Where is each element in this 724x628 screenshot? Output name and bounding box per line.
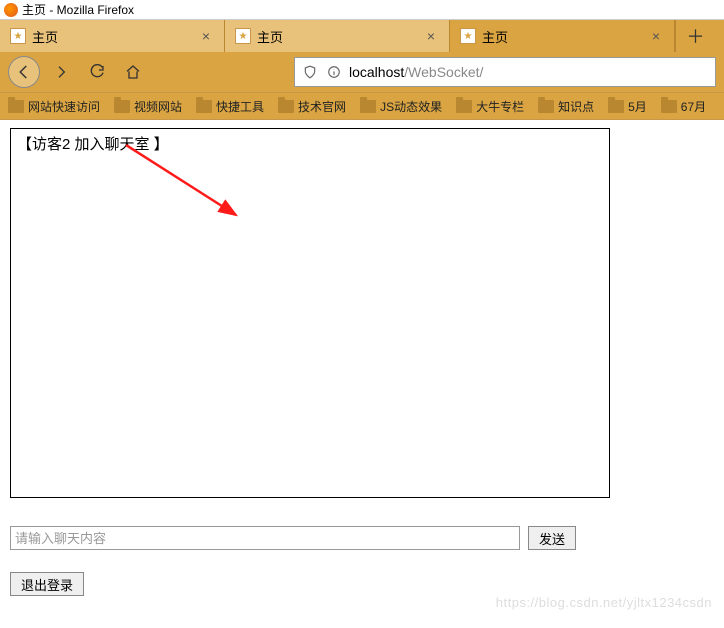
bookmark-label: 技术官网 <box>298 98 346 115</box>
url-bar[interactable]: localhost/WebSocket/ <box>294 57 716 87</box>
tab-0[interactable]: ★ 主页 × <box>0 20 225 52</box>
tab-title: 主页 <box>482 27 642 46</box>
nav-toolbar: localhost/WebSocket/ <box>0 52 724 92</box>
bookmark-item[interactable]: 视频网站 <box>114 98 182 115</box>
send-button[interactable]: 发送 <box>528 526 576 550</box>
logout-row: 退出登录 <box>10 572 714 596</box>
bookmark-item[interactable]: 67月 <box>661 98 706 115</box>
bookmarks-bar: 网站快速访问 视频网站 快捷工具 技术官网 JS动态效果 大牛专栏 知识点 5月… <box>0 92 724 120</box>
close-icon[interactable]: × <box>648 28 664 44</box>
bookmark-item[interactable]: JS动态效果 <box>360 98 442 115</box>
close-icon[interactable]: × <box>423 28 439 44</box>
watermark: https://blog.csdn.net/yjltx1234csdn <box>496 595 712 610</box>
shield-icon[interactable] <box>301 63 319 81</box>
page-content: 【访客2 加入聊天室 】 发送 退出登录 https://blog.csdn.n… <box>0 120 724 616</box>
tab-title: 主页 <box>32 27 192 46</box>
url-host: localhost <box>349 64 404 80</box>
bookmark-label: 大牛专栏 <box>476 98 524 115</box>
window-titlebar: 主页 - Mozilla Firefox <box>0 0 724 20</box>
folder-icon <box>114 100 130 113</box>
folder-icon <box>360 100 376 113</box>
url-path: /WebSocket/ <box>404 64 483 80</box>
favicon-icon: ★ <box>10 28 26 44</box>
tab-title: 主页 <box>257 27 417 46</box>
bookmark-label: 快捷工具 <box>216 98 264 115</box>
folder-icon <box>538 100 554 113</box>
folder-icon <box>8 100 24 113</box>
close-icon[interactable]: × <box>198 28 214 44</box>
bookmark-item[interactable]: 知识点 <box>538 98 594 115</box>
folder-icon <box>456 100 472 113</box>
forward-button[interactable] <box>46 57 76 87</box>
bookmark-label: 视频网站 <box>134 98 182 115</box>
info-icon[interactable] <box>325 63 343 81</box>
new-tab-button[interactable]: ＋ <box>675 20 715 52</box>
logout-button[interactable]: 退出登录 <box>10 572 84 596</box>
favicon-icon: ★ <box>460 28 476 44</box>
home-button[interactable] <box>118 57 148 87</box>
chat-input-row: 发送 <box>10 526 714 550</box>
favicon-icon: ★ <box>235 28 251 44</box>
bookmark-item[interactable]: 大牛专栏 <box>456 98 524 115</box>
bookmark-label: 网站快速访问 <box>28 98 100 115</box>
bookmark-item[interactable]: 网站快速访问 <box>8 98 100 115</box>
folder-icon <box>661 100 677 113</box>
bookmark-item[interactable]: 技术官网 <box>278 98 346 115</box>
folder-icon <box>196 100 212 113</box>
tab-1[interactable]: ★ 主页 × <box>225 20 450 52</box>
tab-strip: ★ 主页 × ★ 主页 × ★ 主页 × ＋ <box>0 20 724 52</box>
back-button[interactable] <box>8 56 40 88</box>
window-title: 主页 - Mozilla Firefox <box>22 1 134 18</box>
chat-input[interactable] <box>10 526 520 550</box>
firefox-icon <box>4 3 18 17</box>
url-text: localhost/WebSocket/ <box>349 64 709 80</box>
chat-message: 【访客2 加入聊天室 】 <box>17 133 603 154</box>
bookmark-label: 知识点 <box>558 98 594 115</box>
tab-2[interactable]: ★ 主页 × <box>450 20 675 52</box>
folder-icon <box>278 100 294 113</box>
bookmark-label: 5月 <box>628 98 647 115</box>
bookmark-label: JS动态效果 <box>380 98 442 115</box>
folder-icon <box>608 100 624 113</box>
bookmark-item[interactable]: 快捷工具 <box>196 98 264 115</box>
bookmark-item[interactable]: 5月 <box>608 98 647 115</box>
bookmark-label: 67月 <box>681 98 706 115</box>
chat-messages-box: 【访客2 加入聊天室 】 <box>10 128 610 498</box>
reload-button[interactable] <box>82 57 112 87</box>
